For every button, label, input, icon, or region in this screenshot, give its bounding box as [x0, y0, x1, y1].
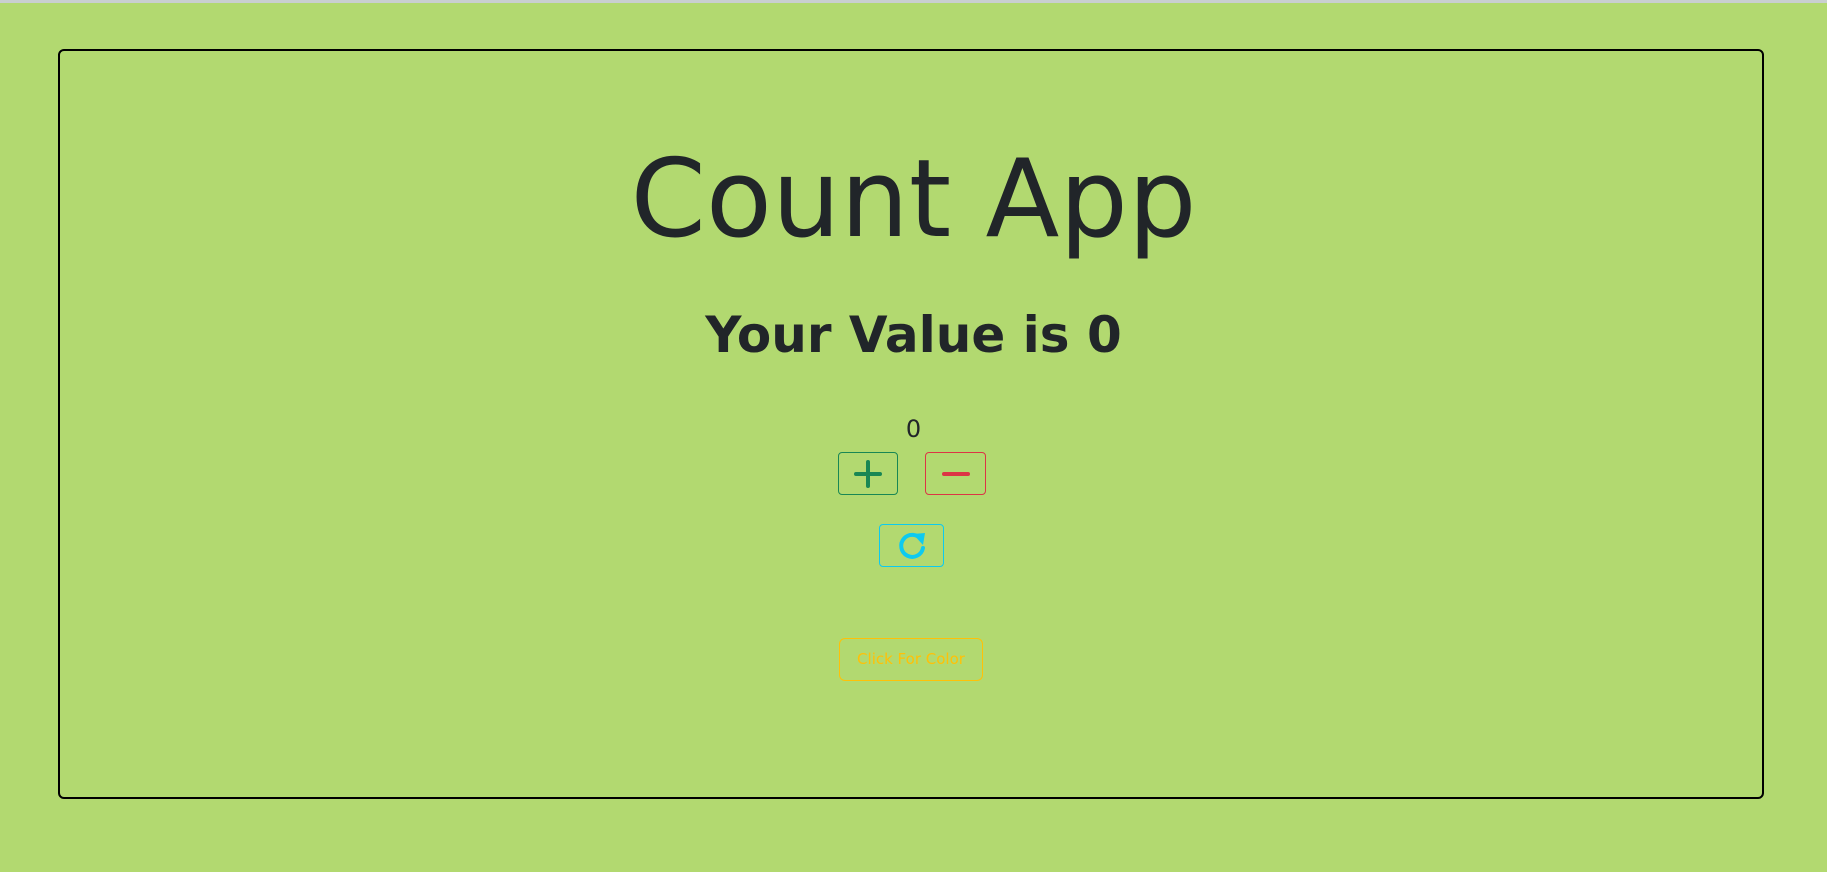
reset-button[interactable]	[879, 524, 944, 567]
minus-icon	[941, 459, 971, 489]
refresh-icon	[895, 529, 929, 563]
decrement-button[interactable]	[925, 452, 986, 495]
color-button[interactable]: Click For Color	[839, 638, 983, 681]
window-top-edge	[0, 0, 1827, 3]
increment-button[interactable]	[838, 452, 898, 495]
plus-icon	[853, 459, 883, 489]
page-title: Count App	[630, 137, 1197, 262]
count-display: 0	[905, 415, 922, 443]
value-heading: Your Value is 0	[705, 306, 1122, 364]
